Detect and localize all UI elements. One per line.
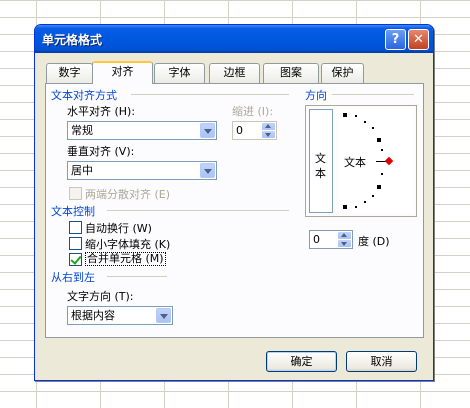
spin-up-icon[interactable] [262,123,275,130]
tab-number[interactable]: 数字 [46,63,93,83]
orientation-section-label: 方向 [305,89,327,102]
dialog-title: 单元格格式 [42,33,103,47]
horizontal-text-sample: 文本 [344,156,366,169]
title-bar[interactable]: 单元格格式 ? ✕ [35,25,433,53]
horizontal-align-label: 水平对齐 (H): [67,105,136,118]
section-divider [107,276,167,277]
tab-protection[interactable]: 保护 [321,63,364,83]
orientation-dial[interactable]: 文本 [339,109,414,213]
vertical-align-select[interactable]: 居中 [67,161,217,180]
tab-border[interactable]: 边框 [209,63,260,83]
distributed-checkbox[interactable] [69,187,82,200]
tab-font[interactable]: 字体 [154,63,205,83]
degrees-label: 度 (D) [358,235,390,248]
tab-patterns[interactable]: 图案 [263,63,319,83]
text-alignment-section-label: 文本对齐方式 [51,89,117,102]
vertical-align-label: 垂直对齐 (V): [67,145,135,158]
cancel-button[interactable]: 取消 [346,351,417,372]
shrink-to-fit-checkbox[interactable] [69,237,82,250]
spin-down-icon[interactable] [338,240,351,247]
shrink-to-fit-label: 缩小字体填充 (K) [85,238,171,251]
distributed-label: 两端分散对齐 (E) [85,188,171,201]
format-cells-dialog: 单元格格式 ? ✕ 数字 对齐 字体 边框 图案 保护 文本对齐方式 水平对齐 … [34,24,434,381]
horizontal-align-value: 常规 [71,124,93,137]
indent-stepper[interactable]: 0 [232,121,277,140]
vertical-text-char: 本 [315,167,326,180]
chevron-down-icon[interactable] [200,123,215,138]
section-divider [332,94,414,95]
tab-alignment[interactable]: 对齐 [92,61,153,84]
rtl-section-label: 从右到左 [51,271,95,284]
orientation-marker-icon[interactable] [384,156,394,166]
section-divider [131,94,289,95]
ok-button[interactable]: 确定 [266,351,337,372]
close-button[interactable]: ✕ [408,29,429,50]
help-button[interactable]: ? [385,29,406,50]
chevron-down-icon[interactable] [200,163,215,178]
spin-up-icon[interactable] [338,232,351,239]
vertical-text-char: 文 [315,152,326,165]
merge-cells-checkbox[interactable] [69,253,82,266]
indent-spin-buttons[interactable] [262,123,275,138]
text-direction-label: 文字方向 (T): [67,290,134,303]
degrees-stepper[interactable]: 0 [309,230,353,249]
text-control-section-label: 文本控制 [51,205,95,218]
degrees-value: 0 [313,233,320,246]
section-divider [107,210,289,211]
indent-value: 0 [236,124,243,137]
degrees-spin-buttons[interactable] [338,232,351,247]
text-direction-value: 根据内容 [71,309,115,322]
text-direction-select[interactable]: 根据内容 [67,306,173,325]
wrap-text-label: 自动换行 (W) [85,222,152,235]
vertical-align-value: 居中 [71,164,93,177]
vertical-text-button[interactable]: 文 本 [309,109,333,213]
spin-down-icon[interactable] [262,131,275,138]
merge-cells-label: 合并单元格 (M) [85,252,166,266]
indent-label: 缩进 (I): [232,105,274,118]
wrap-text-checkbox[interactable] [69,221,82,234]
chevron-down-icon[interactable] [156,308,171,323]
horizontal-align-select[interactable]: 常规 [67,121,217,140]
